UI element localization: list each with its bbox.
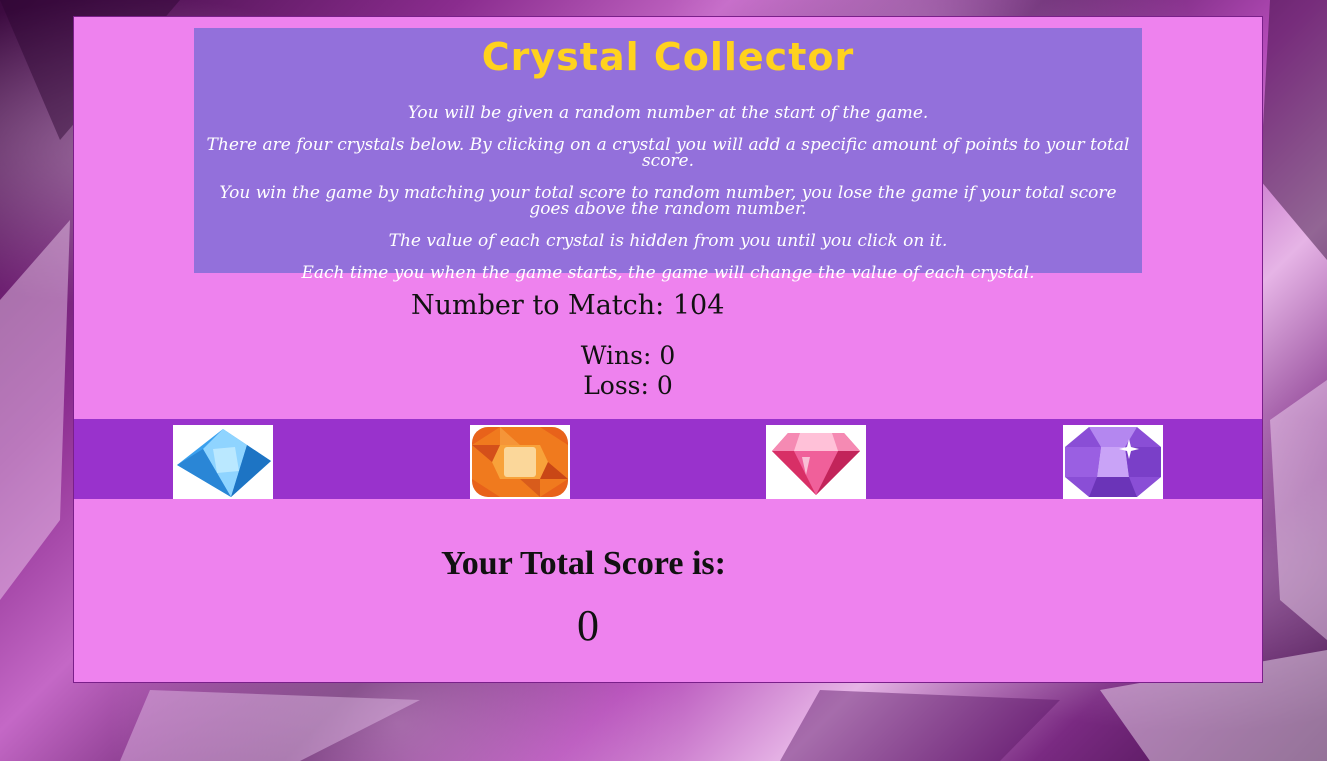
rule-item: There are four crystals below. By clicki… (206, 135, 1130, 171)
rule-item: You will be given a random number at the… (407, 103, 929, 123)
pink-gem-crystal-icon (772, 433, 860, 495)
wins-label: Wins: (580, 341, 652, 370)
match-value: 104 (672, 290, 725, 321)
rule-item: Each time you when the game starts, the … (301, 263, 1035, 283)
crystal-button-2[interactable] (470, 425, 570, 499)
rules-list: You will be given a random number at the… (194, 84, 1142, 283)
total-score-value: 0 (577, 601, 599, 650)
number-to-match: Number to Match: 104 (411, 290, 724, 321)
crystal-button-3[interactable] (766, 425, 866, 499)
purple-octagon-crystal-icon (1065, 427, 1161, 497)
game-title: Crystal Collector (481, 35, 855, 79)
wins-value: 0 (659, 341, 676, 370)
crystal-button-4[interactable] (1063, 425, 1163, 499)
game-container: Crystal Collector You will be given a ra… (73, 16, 1263, 683)
loss-label: Loss: (583, 371, 649, 400)
match-label: Number to Match: (411, 290, 665, 321)
loss-value: 0 (656, 371, 673, 400)
rule-item: You win the game by matching your total … (219, 183, 1117, 219)
win-loss-tally: Wins: 0 Loss: 0 (568, 341, 688, 401)
rule-item: The value of each crystal is hidden from… (388, 231, 948, 251)
crystal-button-1[interactable] (173, 425, 273, 499)
total-score-label: Your Total Score is: (441, 545, 726, 583)
loss-row: Loss: 0 (568, 371, 688, 401)
crystal-bar (74, 419, 1262, 499)
orange-cushion-crystal-icon (472, 427, 568, 497)
wins-row: Wins: 0 (568, 341, 688, 371)
instructions-panel: Crystal Collector You will be given a ra… (194, 28, 1142, 282)
blue-diamond-crystal-icon (177, 429, 271, 497)
